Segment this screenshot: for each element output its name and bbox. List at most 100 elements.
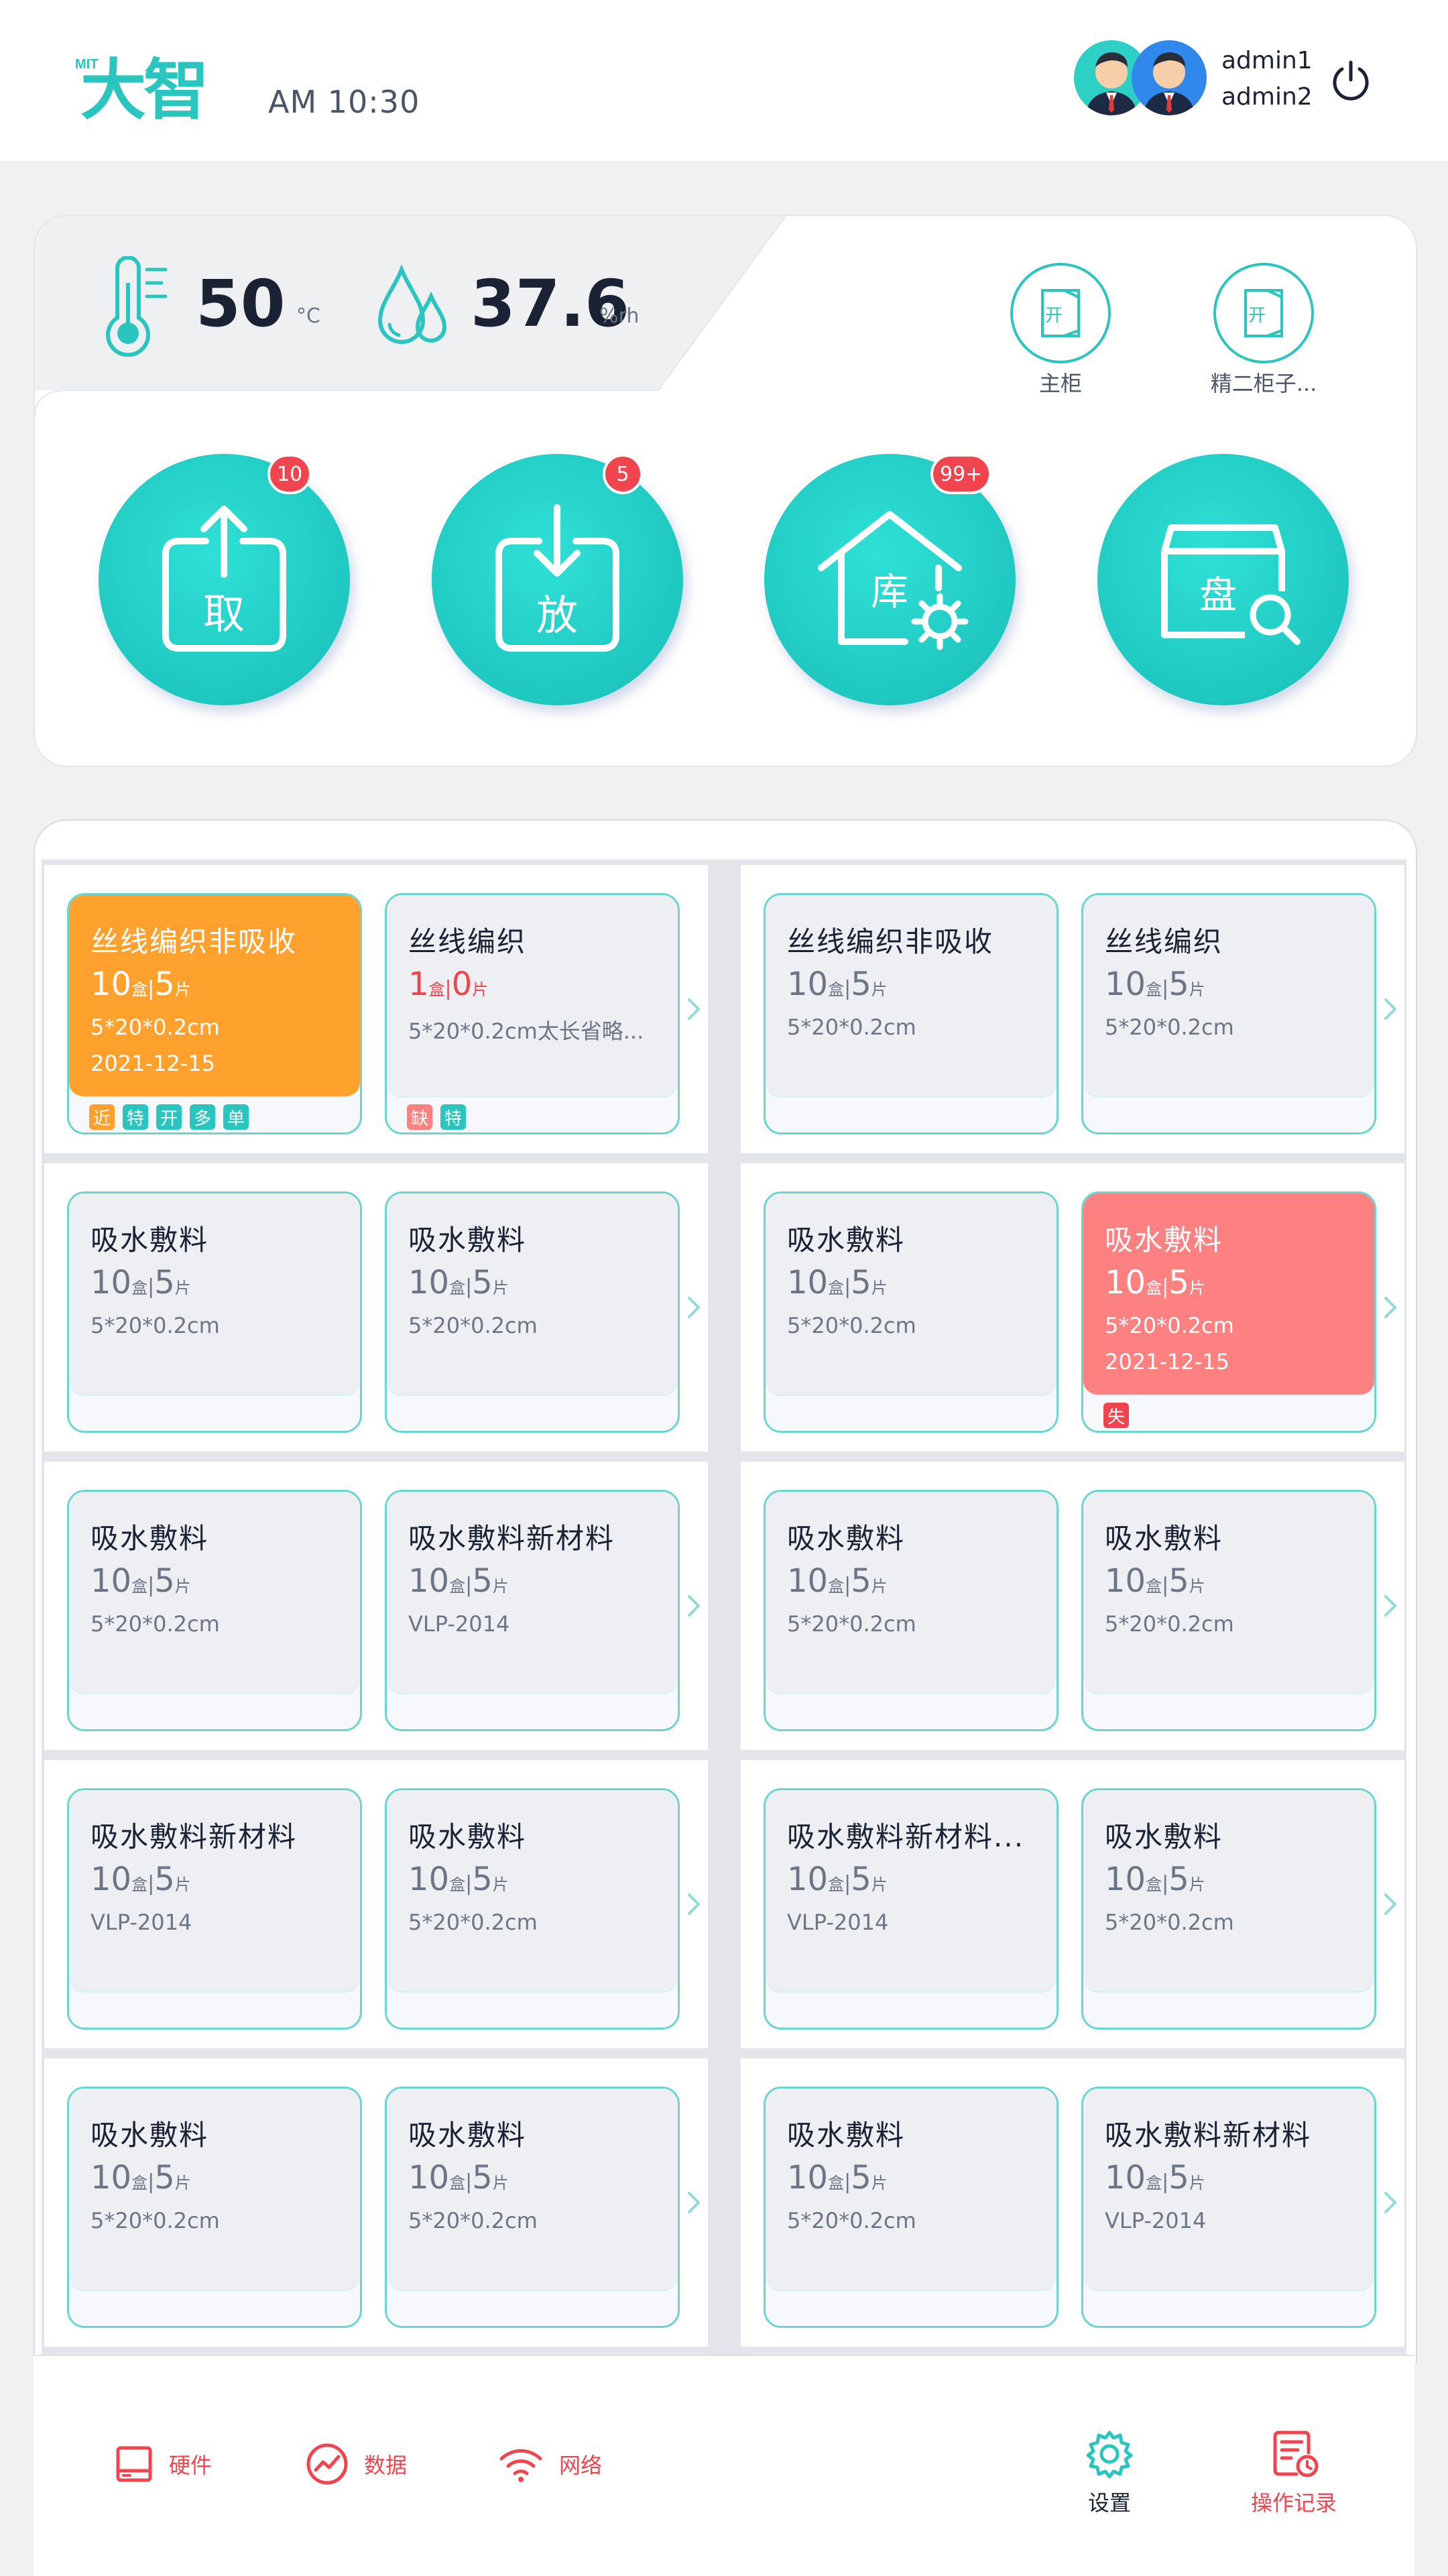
item-card[interactable]: 丝线编织非吸收 10盒|5片 5*20*0.2cm [764,893,1059,1134]
item-card[interactable]: 丝线编织 10盒|5片 5*20*0.2cm [1081,893,1376,1134]
expiry-date: 2021-12-15 [1105,1349,1229,1374]
chevron-right-icon[interactable] [1383,1891,1398,1918]
item-quantity: 10盒|5片 [408,1861,509,1898]
box-count: 10 [1105,1562,1146,1600]
avatar[interactable] [1132,40,1207,115]
network-button[interactable]: 网络 [497,2444,602,2484]
item-title: 吸水敷料新材料... [787,1820,1025,1853]
item-card[interactable]: 丝线编织非吸收 10盒|5片 5*20*0.2cm 2021-12-15 近特开多单 [67,893,362,1134]
piece-count: 5 [851,1861,871,1898]
box-unit: 盒 [131,980,148,999]
chevron-right-icon[interactable] [1383,1592,1398,1619]
item-quantity: 10盒|5片 [90,1562,191,1600]
drawer-group: 吸水敷料 10盒|5片 5*20*0.2cm 吸水敷料 10盒|5片 5*20*0.2cm [44,1163,708,1452]
operation-log-button[interactable]: 操作记录 [1233,2427,1354,2517]
piece-unit: 片 [174,1279,191,1297]
door-label: 主柜 [1038,371,1082,396]
chevron-right-icon[interactable] [1383,996,1398,1022]
put-button[interactable]: 放 5 [432,454,690,712]
item-title: 吸水敷料 [90,2119,209,2152]
door-label: 精二柜子... [1210,371,1317,396]
open-door-2-button[interactable]: 开 [1213,263,1314,363]
item-card[interactable]: 丝线编织 1盒|0片 5*20*0.2cm太长省略... 缺特 [385,893,680,1134]
settings-button[interactable]: 设置 [1049,2427,1170,2517]
take-button[interactable]: 取 10 [99,454,357,712]
box-count: 10 [787,2159,829,2197]
item-card[interactable]: 吸水敷料 10盒|5片 5*20*0.2cm [67,1490,362,1731]
chevron-right-icon[interactable] [686,1592,701,1619]
inventory-check-button[interactable]: 盘 [1097,454,1355,712]
qty-divider: | [465,2170,473,2194]
piece-unit: 片 [492,1875,509,1894]
item-title: 吸水敷料 [408,2119,527,2152]
item-card[interactable]: 吸水敷料新材料 10盒|5片 VLP-2014 [67,1788,362,2030]
box-unit: 盒 [828,2174,845,2192]
data-button[interactable]: 数据 [305,2443,407,2485]
piece-count: 5 [1168,1562,1189,1600]
item-card[interactable]: 吸水敷料 10盒|5片 5*20*0.2cm [1081,1788,1376,2030]
door-icon-text: 开 [1045,306,1063,326]
qty-divider: | [444,977,452,1000]
item-spec: 5*20*0.2cm [787,1014,916,1040]
chevron-right-icon[interactable] [686,996,701,1022]
download-box-icon: 放 [495,504,619,652]
piece-unit: 片 [871,1875,888,1894]
piece-unit: 片 [174,1875,191,1894]
item-quantity: 10盒|5片 [90,965,191,1003]
drawer-group: 吸水敷料 10盒|5片 5*20*0.2cm 吸水敷料新材料 10盒|5片 VLP-201… [44,1462,708,1750]
drawer-group: 丝线编织非吸收 10盒|5片 5*20*0.2cm 丝线编织 10盒|5片 5*20*0.… [741,865,1404,1153]
power-icon[interactable] [1327,57,1374,104]
chevron-right-icon[interactable] [1383,2189,1398,2216]
item-title: 吸水敷料新材料 [90,1820,298,1853]
box-unit: 盒 [428,980,445,999]
box-unit: 盒 [131,2174,148,2192]
piece-unit: 片 [174,2174,191,2192]
chevron-right-icon[interactable] [1383,1294,1398,1321]
item-card[interactable]: 吸水敷料 10盒|5片 5*20*0.2cm [764,1191,1059,1433]
qty-divider: | [1162,1275,1169,1299]
item-quantity: 10盒|5片 [1105,1264,1205,1301]
stock-button[interactable]: 库 99+ [764,454,1022,712]
item-title: 丝线编织 [408,925,527,958]
item-spec: VLP-2014 [787,1910,889,1935]
footer-label: 硬件 [169,2453,213,2478]
user-name: admin2 [1221,83,1313,111]
drawer-group: 吸水敷料新材料 10盒|5片 VLP-2014 吸水敷料 10盒|5片 5*20*0.2c… [44,1760,708,2048]
chevron-right-icon[interactable] [686,1891,701,1918]
item-card[interactable]: 吸水敷料新材料... 10盒|5片 VLP-2014 [764,1788,1059,2030]
box-count: 10 [1105,1264,1146,1301]
piece-unit: 片 [1189,1875,1205,1894]
thermometer-icon [99,255,179,357]
chevron-right-icon[interactable] [686,1294,701,1321]
box-count: 10 [90,2159,132,2197]
hardware-button[interactable]: 硬件 [114,2444,212,2484]
status-tag: 特 [123,1104,148,1130]
item-card[interactable]: 吸水敷料 10盒|5片 5*20*0.2cm [385,1788,680,2030]
status-tags: 缺特 [407,1104,466,1130]
item-card[interactable]: 吸水敷料 10盒|5片 5*20*0.2cm [67,1191,362,1433]
item-card[interactable]: 吸水敷料 10盒|5片 5*20*0.2cm [1081,1490,1376,1731]
qty-divider: | [147,1872,155,1895]
item-card[interactable]: 吸水敷料 10盒|5片 5*20*0.2cm [764,2087,1059,2328]
item-title: 吸水敷料 [1105,1820,1223,1853]
stock-badge: 99+ [930,454,992,494]
action-label: 盘 [1199,574,1237,618]
qty-divider: | [844,1574,851,1597]
clock-time: AM 10:30 [268,84,420,120]
chevron-right-icon[interactable] [686,2189,701,2216]
item-title: 吸水敷料 [408,1820,527,1853]
item-card[interactable]: 吸水敷料 10盒|5片 5*20*0.2cm [385,1191,680,1433]
open-door-main-button[interactable]: 开 [1010,263,1111,363]
item-card[interactable]: 吸水敷料 10盒|5片 5*20*0.2cm [67,2087,362,2328]
footer-label: 设置 [1087,2490,1131,2516]
item-card[interactable]: 吸水敷料 10盒|5片 5*20*0.2cm 2021-12-15 失 [1081,1191,1376,1433]
item-title: 吸水敷料新材料 [408,1522,615,1555]
status-tag: 多 [190,1104,215,1130]
item-card[interactable]: 吸水敷料 10盒|5片 5*20*0.2cm [385,2087,680,2328]
status-tags: 失 [1103,1403,1129,1428]
box-unit: 盒 [449,2174,466,2192]
item-card[interactable]: 吸水敷料新材料 10盒|5片 VLP-2014 [1081,2087,1376,2328]
item-card[interactable]: 吸水敷料新材料 10盒|5片 VLP-2014 [385,1490,680,1731]
item-card[interactable]: 吸水敷料 10盒|5片 5*20*0.2cm [764,1490,1059,1731]
box-unit: 盒 [449,1279,466,1297]
